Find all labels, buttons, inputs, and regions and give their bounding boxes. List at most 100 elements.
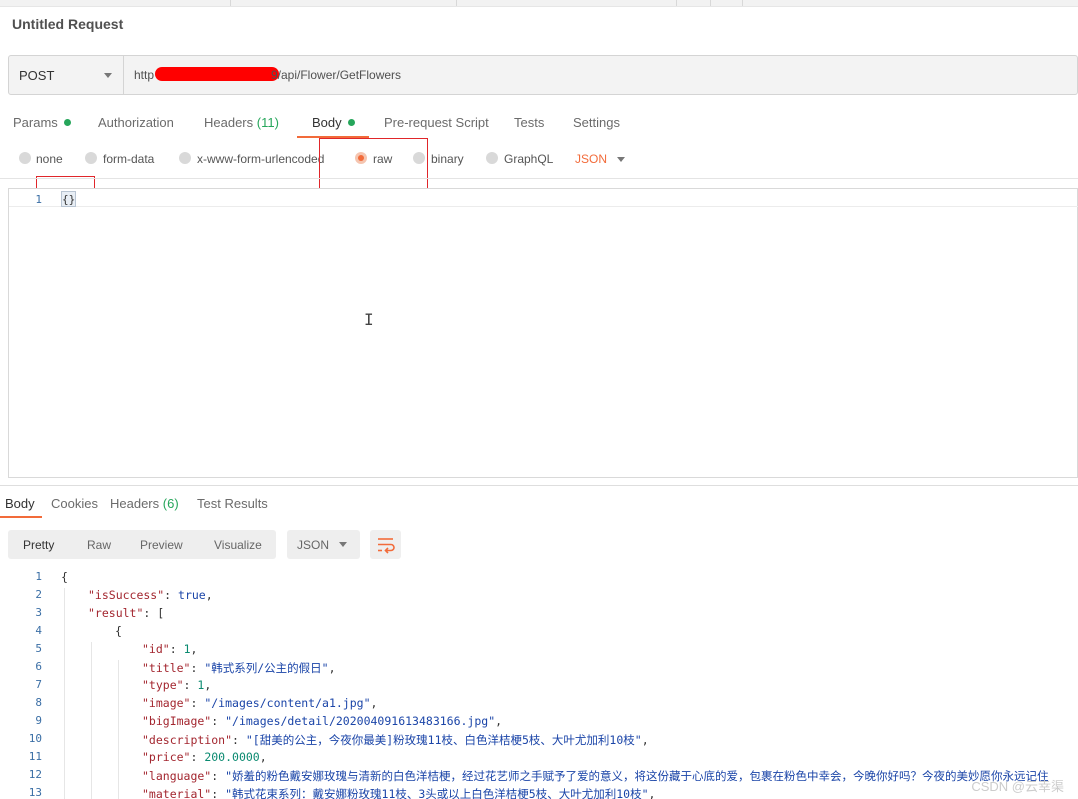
json-key: "id": [142, 642, 170, 656]
request-title[interactable]: Untitled Request: [12, 16, 123, 32]
json-key: "bigImage": [142, 714, 212, 728]
view-preview-button[interactable]: Preview: [140, 538, 183, 552]
response-body-viewer[interactable]: 1 {2 "isSuccess": true, 3 "result": [4 {5 "id"…: [0, 566, 1078, 799]
tab-separator: [710, 0, 711, 6]
active-line-highlight: [9, 206, 1078, 207]
tab-pre-request-script[interactable]: Pre-request Script: [384, 115, 489, 130]
json-key: "type": [142, 678, 184, 692]
tab-separator: [742, 0, 743, 6]
response-line-number: 3: [35, 606, 42, 619]
response-line-number: 2: [35, 588, 42, 601]
tab-separator: [676, 0, 677, 6]
response-tab-body[interactable]: Body: [5, 496, 35, 511]
response-tab-headers[interactable]: Headers (6): [110, 496, 179, 511]
response-line-number: 4: [35, 624, 42, 637]
response-code-line: "material": "韩式花束系列：戴安娜粉玫瑰11枝、3头或以上白色洋桔梗…: [142, 787, 656, 799]
json-value: "[甜美的公主，今夜你最美]粉玫瑰11枝、白色洋桔梗5枝、大叶尤加利10枝": [245, 733, 642, 747]
response-code-line: "type": 1,: [142, 678, 212, 692]
json-value: "韩式系列/公主的假日": [204, 661, 329, 675]
response-code-line: {: [61, 570, 68, 584]
wrap-lines-icon: [378, 538, 395, 554]
response-format-label: JSON: [297, 538, 330, 552]
response-line-number: 1: [35, 570, 42, 583]
tab-authorization[interactable]: Authorization: [98, 115, 174, 130]
chevron-down-icon[interactable]: [617, 157, 625, 162]
json-value: "/images/detail/202004091613483166.jpg": [225, 714, 496, 728]
radio-label-urlencoded: x-www-form-urlencoded: [197, 152, 325, 166]
headers-count: (6): [162, 496, 179, 511]
view-pretty-button[interactable]: Pretty: [23, 538, 54, 552]
tab-label: Params: [13, 115, 58, 130]
url-input[interactable]: http: [134, 68, 154, 82]
method-label: POST: [19, 68, 55, 83]
view-raw-button[interactable]: Raw: [87, 538, 111, 552]
json-value: "娇羞的粉色戴安娜玫瑰与清新的白色洋桔梗，经过花艺师之手赋予了爱的意义，将这份藏…: [225, 769, 1049, 783]
code-punctuation: ,: [495, 714, 503, 728]
chevron-down-icon: [339, 542, 347, 547]
response-line-number: 6: [35, 660, 42, 673]
tab-label: Authorization: [98, 115, 174, 130]
code-punctuation: ,: [190, 642, 198, 656]
radio-graphql[interactable]: [486, 152, 498, 164]
annotation-box-raw: [319, 138, 428, 189]
response-code-line: "bigImage": "/images/detail/202004091613…: [142, 714, 503, 728]
radio-form-data[interactable]: [85, 152, 97, 164]
tab-label: Test Results: [197, 496, 268, 511]
pane-separator[interactable]: [0, 485, 1078, 486]
tab-params[interactable]: Params: [13, 115, 71, 130]
text-cursor-icon: I: [364, 310, 374, 329]
request-body-editor[interactable]: [8, 188, 1078, 478]
radio-none[interactable]: [19, 152, 31, 164]
active-dot-icon: [63, 119, 71, 126]
json-key: "title": [142, 661, 191, 675]
json-value: "韩式花束系列：戴安娜粉玫瑰11枝、3头或以上白色洋桔梗5枝、大叶尤加利10枝": [225, 787, 649, 799]
code-punctuation: ,: [641, 733, 649, 747]
request-tab-strip[interactable]: [0, 0, 1078, 7]
wrap-lines-button[interactable]: [370, 530, 401, 559]
view-visualize-button[interactable]: Visualize: [214, 538, 262, 552]
radio-x-www-form-urlencoded[interactable]: [179, 152, 191, 164]
response-code-line: "title": "韩式系列/公主的假日",: [142, 661, 336, 675]
tab-tests[interactable]: Tests: [514, 115, 544, 130]
response-line-number: 9: [35, 714, 42, 727]
json-key: "price": [142, 750, 191, 764]
code-punctuation: ,: [204, 678, 212, 692]
tab-label: Body: [5, 496, 35, 511]
radio-label-form-data: form-data: [103, 152, 155, 166]
chevron-down-icon: [104, 73, 112, 78]
redaction-mark: [155, 67, 279, 81]
tab-headers[interactable]: Headers (11): [204, 115, 279, 130]
json-value: 1: [183, 642, 191, 656]
response-line-number: 7: [35, 678, 42, 691]
tab-label: Cookies: [51, 496, 98, 511]
json-key: "material": [142, 787, 212, 799]
response-line-number: 10: [28, 732, 42, 745]
active-dot-icon: [347, 119, 355, 126]
tab-label: Settings: [573, 115, 620, 130]
radio-label-graphql: GraphQL: [504, 152, 554, 166]
format-select[interactable]: JSON: [575, 152, 607, 166]
json-key: "result": [88, 606, 144, 620]
code-punctuation: ,: [205, 588, 213, 602]
response-line-number: 5: [35, 642, 42, 655]
headers-count: (11): [256, 115, 279, 130]
code-punctuation: {: [61, 570, 68, 584]
json-key: "image": [142, 696, 191, 710]
divider: [0, 178, 1078, 179]
response-code-line: "id": 1,: [142, 642, 198, 656]
response-code-line: "result": [: [88, 606, 165, 620]
response-code-line: "language": "娇羞的粉色戴安娜玫瑰与清新的白色洋桔梗，经过花艺师之手…: [142, 769, 1049, 783]
tab-settings[interactable]: Settings: [573, 115, 620, 130]
response-tab-test-results[interactable]: Test Results: [197, 496, 268, 511]
response-line-number: 13: [28, 786, 42, 799]
json-value: [: [157, 606, 165, 620]
response-tab-cookies[interactable]: Cookies: [51, 496, 98, 511]
response-line-number: 11: [28, 750, 42, 763]
response-code-line: "isSuccess": true,: [88, 588, 213, 602]
tab-body[interactable]: Body: [312, 115, 355, 130]
json-key: "isSuccess": [88, 588, 165, 602]
response-line-number: 12: [28, 768, 42, 781]
tab-separator: [230, 0, 231, 6]
indent-guide: [118, 660, 119, 799]
response-line-number: 8: [35, 696, 42, 709]
